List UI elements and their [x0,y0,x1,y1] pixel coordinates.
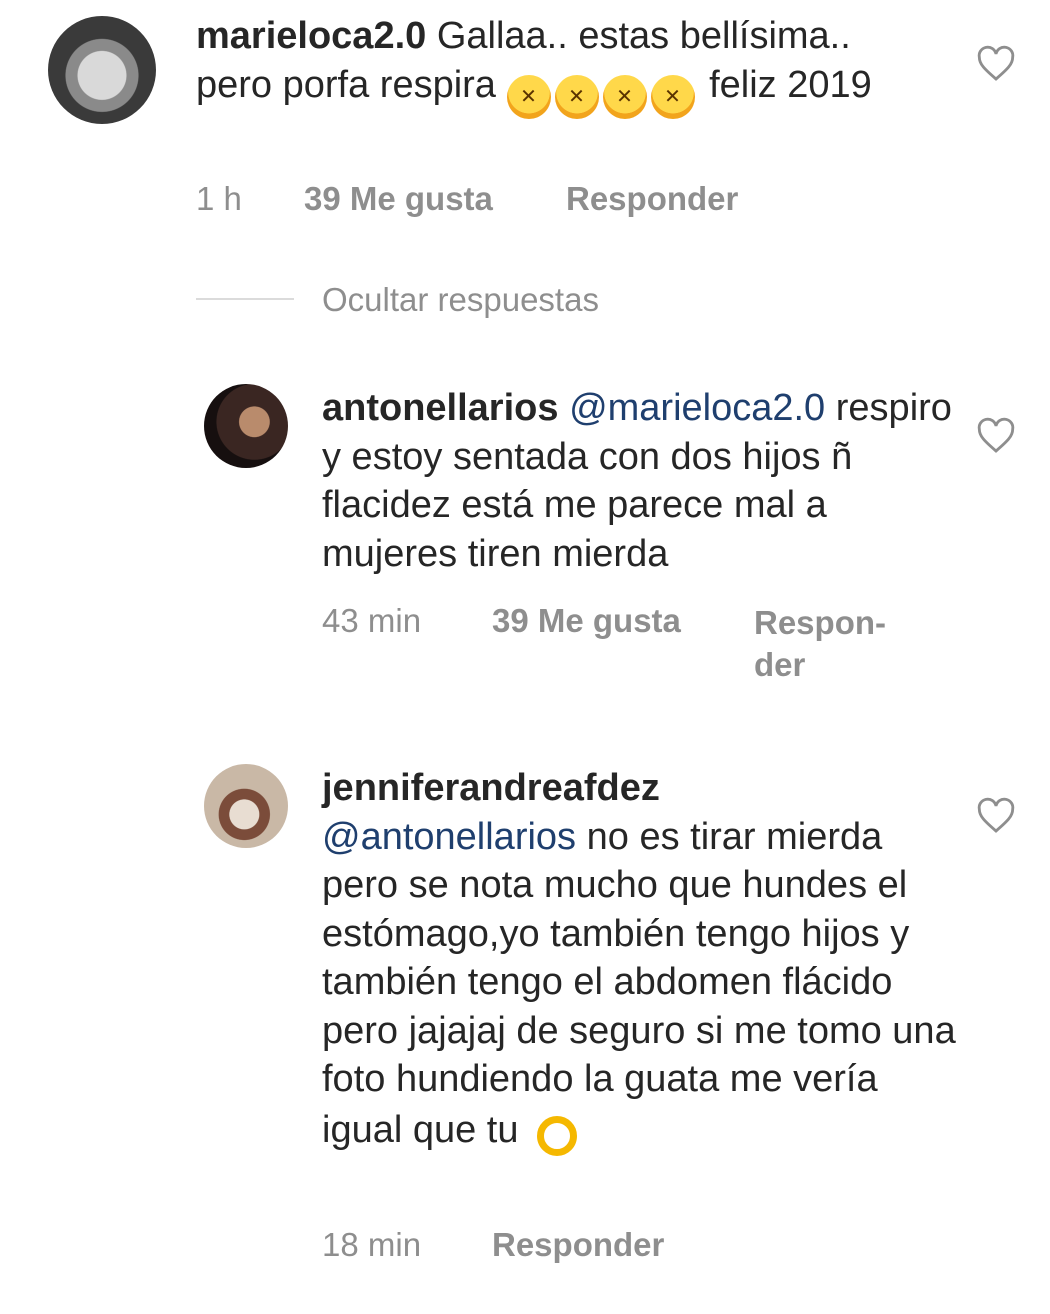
comment-username[interactable]: marieloca2.0 [196,15,426,57]
comment-3: jenniferandreafdez @antonellarios no es … [322,764,962,1156]
comment-time: 43 min [322,602,422,639]
avatar-antonellarios[interactable] [204,384,288,468]
likes-count[interactable]: 39 Me gusta [492,602,681,640]
reply-label-cont: der [754,646,806,683]
comment-1: marieloca2.0 Gallaa.. estas bellísima.. … [196,12,916,119]
comment-time: 18 min [322,1226,422,1263]
hide-replies-button[interactable]: Ocultar respuestas [322,281,599,319]
heart-icon[interactable] [976,44,1016,84]
reply-button[interactable]: Responder [566,180,738,218]
reply-button[interactable]: Responder [492,1226,664,1264]
avatar-jenniferandreafdez[interactable] [204,764,288,848]
rolling-laugh-emoji-icon: ✕ [650,74,695,119]
comment-username[interactable]: antonellarios [322,387,559,429]
heart-icon[interactable] [976,416,1016,456]
comments-view: marieloca2.0 Gallaa.. estas bellísima.. … [0,0,1050,1314]
heart-icon[interactable] [976,796,1016,836]
likes-count[interactable]: 39 Me gusta [304,180,493,218]
rolling-laugh-emoji-icon: ✕ [554,74,599,119]
rolling-laugh-emoji-icon: ✕ [506,74,551,119]
comment-body: no es tirar mierda pero se nota mucho qu… [322,815,956,1151]
comment-time: 1 h [196,180,242,217]
mention-link[interactable]: @antonellarios [322,816,576,858]
reply-button[interactable]: Respon- der [754,602,886,686]
reply-label: Respon- [754,604,886,641]
avatar-marieloca[interactable] [48,16,156,124]
comment-body-tail: feliz 2019 [709,63,872,106]
ok-hand-emoji-icon [529,1104,578,1156]
comment-username[interactable]: jenniferandreafdez [322,764,962,813]
comment-2: antonellarios @marieloca2.0 respiro y es… [322,384,962,578]
rolling-laugh-emoji-icon: ✕ [602,74,647,119]
divider [196,298,294,300]
mention-link[interactable]: @marieloca2.0 [569,387,825,429]
